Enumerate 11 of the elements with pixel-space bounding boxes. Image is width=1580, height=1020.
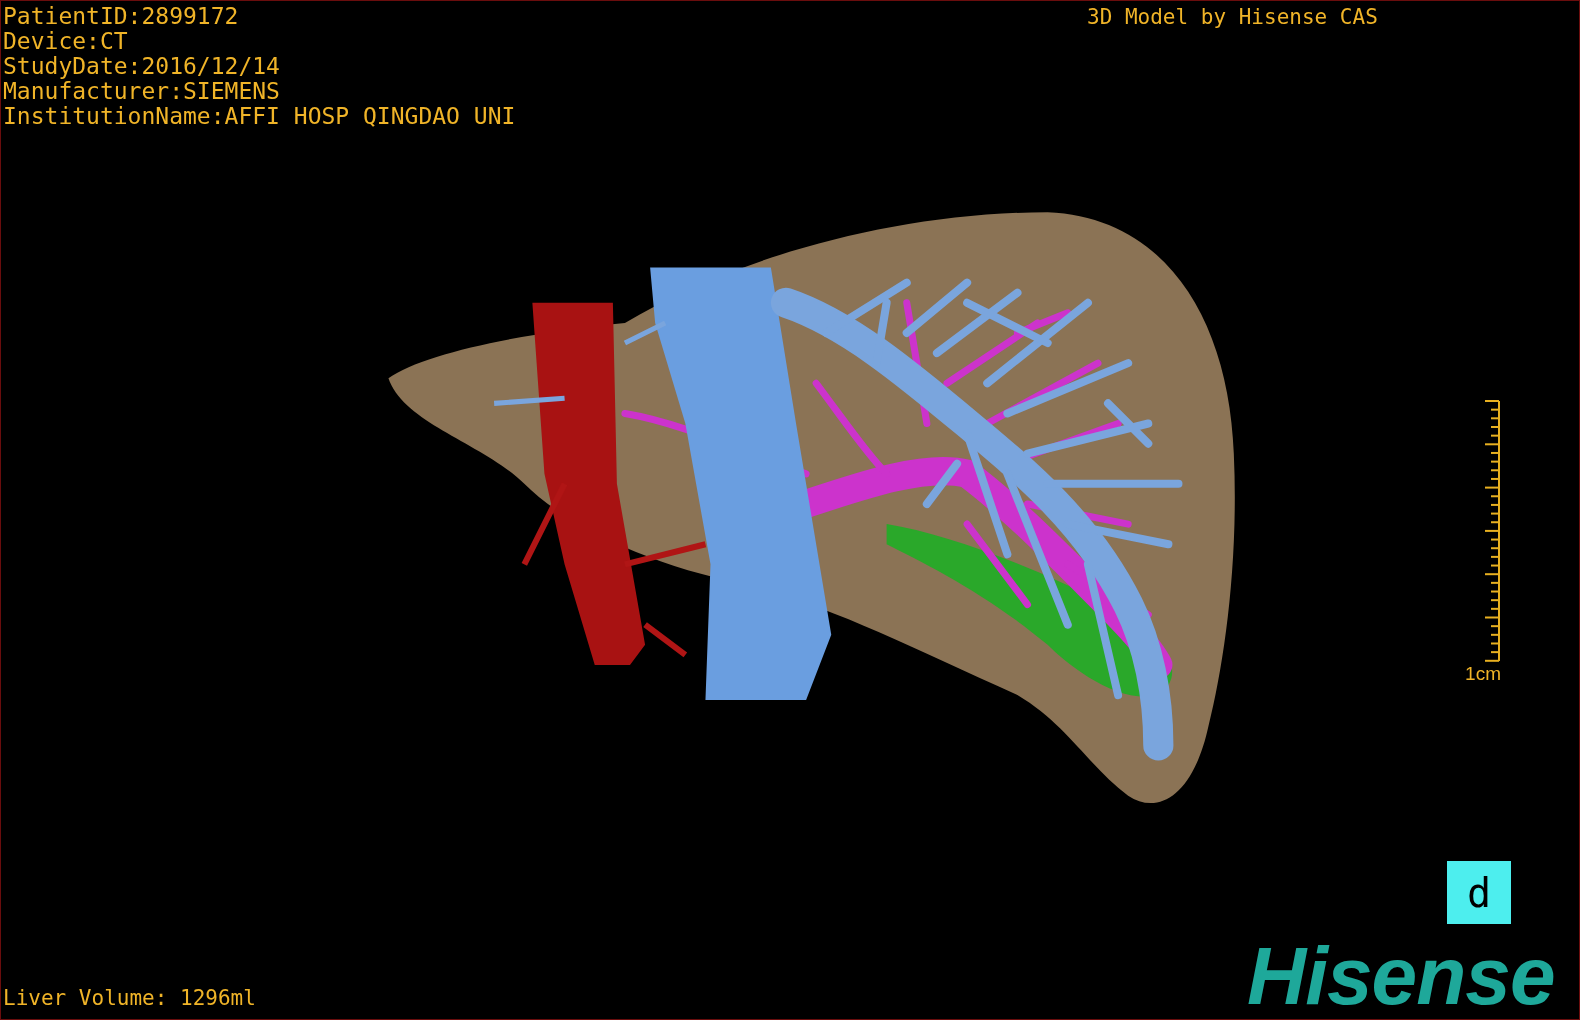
brand-logo: Hisense (1247, 936, 1555, 1016)
scale-label: 1cm (1465, 663, 1501, 685)
viewport-title: 3D Model by Hisense CAS (1087, 5, 1378, 30)
patient-info-line: PatientID:2899172 (3, 4, 239, 29)
patient-info-line: InstitutionName:AFFI HOSP QINGDAO UNI (3, 104, 516, 129)
view-button[interactable]: d (1447, 861, 1511, 924)
patient-info-line: StudyDate:2016/12/14 (3, 54, 280, 79)
liver-volume-text: Liver Volume: 1296ml (3, 986, 256, 1011)
patient-info-line: Manufacturer:SIEMENS (3, 79, 280, 104)
patient-info-line: Device:CT (3, 29, 128, 54)
scale-ruler-icon (1485, 400, 1501, 662)
